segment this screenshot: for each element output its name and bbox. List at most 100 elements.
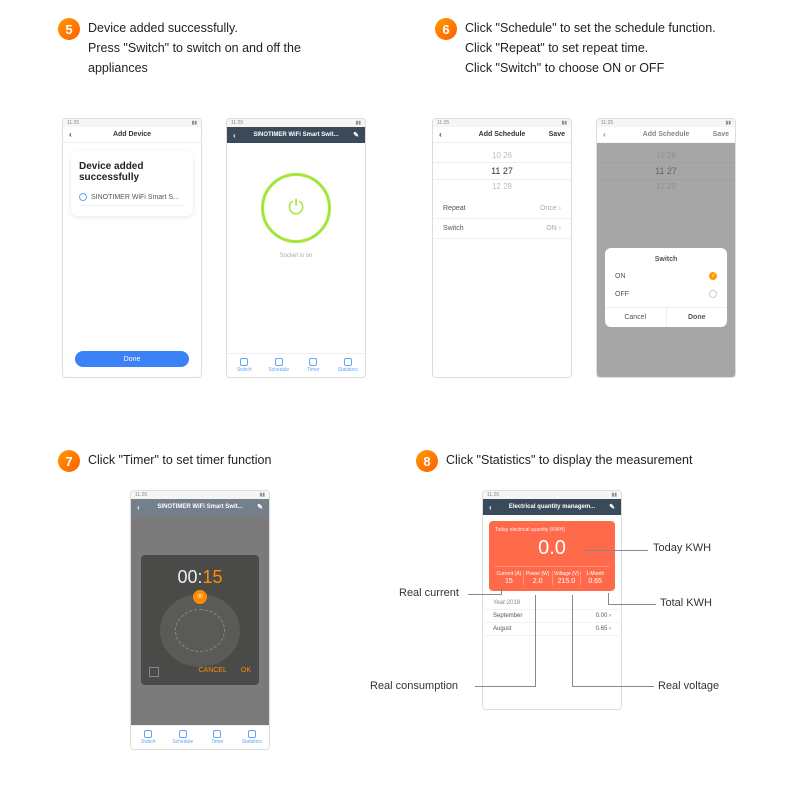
stat-power: Power (W)2.0 (524, 571, 553, 585)
tab-timer[interactable]: Timer (200, 726, 235, 749)
device-name: SINOTIMER WiFi Smart S... (91, 194, 179, 201)
radio-checked-icon (709, 272, 717, 280)
month-row: September0.00 › (483, 610, 621, 623)
step-5-header: 5 Device added successfully. Press "Swit… (58, 18, 398, 78)
device-added-card: Device added successfully SINOTIMER WiFi… (71, 151, 193, 216)
anno-line (535, 595, 536, 687)
anno-line (585, 550, 648, 551)
option-off-label: OFF (615, 291, 629, 298)
picker-row: 10 26 (433, 151, 571, 160)
appbar-title: Add Schedule (643, 131, 690, 138)
anno-real-current: Real current (399, 587, 459, 599)
anno-line (501, 588, 502, 595)
back-icon[interactable]: ‹ (489, 503, 492, 512)
timer-display: 00:15 (149, 567, 251, 588)
ok-button[interactable]: OK (241, 667, 251, 677)
tab-switch[interactable]: Switch (131, 726, 166, 749)
stat-voltage: Voltage (V)215.0 (553, 571, 582, 585)
tab-timer[interactable]: Timer (296, 354, 331, 377)
back-icon[interactable]: ‹ (233, 131, 236, 140)
phone-schedule-sheet: 11:25▮▮ ‹ Add Schedule Save 10 26 11 27 … (596, 118, 736, 378)
step6-line1: Click "Schedule" to set the schedule fun… (465, 18, 716, 38)
back-icon: ‹ (137, 503, 140, 512)
appbar-schedule: ‹ Add Schedule Save (597, 127, 735, 143)
step6-line3: Click "Switch" to choose ON or OFF (465, 58, 716, 78)
step-5-text: Device added successfully. Press "Switch… (88, 18, 301, 78)
option-off[interactable]: OFF (605, 285, 727, 303)
switch-row[interactable]: Switch ON › (433, 219, 571, 239)
timer-dialog: 00:15 00 CANCEL OK (141, 555, 259, 685)
clock-knob[interactable]: 00 (193, 590, 207, 604)
repeat-row[interactable]: Repeat Once › (433, 199, 571, 219)
save-button[interactable]: Save (549, 131, 565, 138)
edit-icon[interactable]: ✎ (609, 503, 615, 511)
status-bar: 11:25▮▮ (433, 119, 571, 127)
appbar-switch: ‹ SINOTIMER WiFi Smart Swit... ✎ (227, 127, 365, 143)
back-icon: ‹ (603, 130, 606, 139)
tab-statistics[interactable]: Statistics (235, 726, 270, 749)
status-bar: 11:25▮▮ (597, 119, 735, 127)
step-7-text: Click "Timer" to set timer function (88, 450, 271, 470)
cancel-button[interactable]: Cancel (605, 308, 667, 327)
bottom-nav: Switch Schedule Timer Statistics (227, 353, 365, 377)
appbar-timer: ‹ SINOTIMER WiFi Smart Swit... ✎ (131, 499, 269, 515)
stat-month: 1-Month0.65 (581, 571, 609, 585)
phone-statistics: 11:25▮▮ ‹ Electrical quantity managem...… (482, 490, 622, 710)
tab-statistics[interactable]: Statistics (331, 354, 366, 377)
anno-total-kwh: Total KWH (660, 597, 712, 609)
stats-grid: Current (A)15 Power (W)2.0 Voltage (V)21… (495, 566, 609, 585)
tab-schedule[interactable]: Schedule (166, 726, 201, 749)
anno-line (468, 594, 501, 595)
step-badge-7: 7 (58, 450, 80, 472)
power-button[interactable]: ⏻ (261, 173, 331, 243)
anno-real-voltage: Real voltage (658, 680, 719, 692)
anno-real-consumption: Real consumption (370, 680, 458, 692)
device-added-heading: Device added successfully (79, 161, 185, 183)
cancel-button[interactable]: CANCEL (198, 667, 226, 677)
back-icon[interactable]: ‹ (69, 130, 72, 139)
timer-mode-icon[interactable] (149, 667, 159, 677)
picker-row: 12 28 (433, 182, 571, 191)
sheet-title: Switch (605, 254, 727, 267)
edit-icon[interactable]: ✎ (353, 131, 359, 139)
appbar-statistics: ‹ Electrical quantity managem... ✎ (483, 499, 621, 515)
back-icon[interactable]: ‹ (439, 130, 442, 139)
option-on-label: ON (615, 273, 626, 280)
device-ring-icon (79, 193, 87, 201)
socket-status: Socket is on (227, 253, 365, 259)
step5-line3: appliances (88, 58, 301, 78)
step5-line1: Device added successfully. (88, 18, 301, 38)
step-7-header: 7 Click "Timer" to set timer function (58, 450, 378, 472)
year-row: Year:2019 (483, 597, 621, 610)
picker-row-selected: 11 27 (433, 162, 571, 180)
anno-line (475, 686, 535, 687)
stats-card-title: Today electrical quantity (KWH) (495, 527, 609, 533)
today-kwh-value: 0.0 (495, 537, 609, 560)
done-button[interactable]: Done (75, 351, 189, 367)
status-bar: 11:25▮▮ (63, 119, 201, 127)
tab-schedule[interactable]: Schedule (262, 354, 297, 377)
save-button: Save (713, 131, 729, 138)
timer-clock[interactable]: 00 (160, 594, 240, 667)
anno-line (572, 595, 573, 687)
bottom-nav: Switch Schedule Timer Statistics (131, 725, 269, 749)
phone-schedule: 11:25▮▮ ‹ Add Schedule Save 10 26 11 27 … (432, 118, 572, 378)
switch-value: ON (546, 225, 557, 232)
step-badge-8: 8 (416, 450, 438, 472)
edit-icon: ✎ (257, 503, 263, 511)
month-row: August0.65 › (483, 623, 621, 636)
timer-minutes: 15 (203, 567, 223, 587)
appbar-title: SINOTIMER WiFi Smart Swit... (253, 132, 338, 138)
step-8-text: Click "Statistics" to display the measur… (446, 450, 692, 470)
done-button[interactable]: Done (667, 308, 728, 327)
step5-line2: Press "Switch" to switch on and off the (88, 38, 301, 58)
option-on[interactable]: ON (605, 267, 727, 285)
step-8-header: 8 Click "Statistics" to display the meas… (416, 450, 776, 472)
step-6-text: Click "Schedule" to set the schedule fun… (465, 18, 716, 78)
appbar-title: Add Device (113, 131, 151, 138)
stats-card: Today electrical quantity (KWH) 0.0 Curr… (489, 521, 615, 591)
repeat-value: Once (540, 205, 557, 212)
time-picker[interactable]: 10 26 11 27 12 28 (433, 143, 571, 199)
tab-switch[interactable]: Switch (227, 354, 262, 377)
switch-sheet: Switch ON OFF Cancel Done (605, 248, 727, 327)
